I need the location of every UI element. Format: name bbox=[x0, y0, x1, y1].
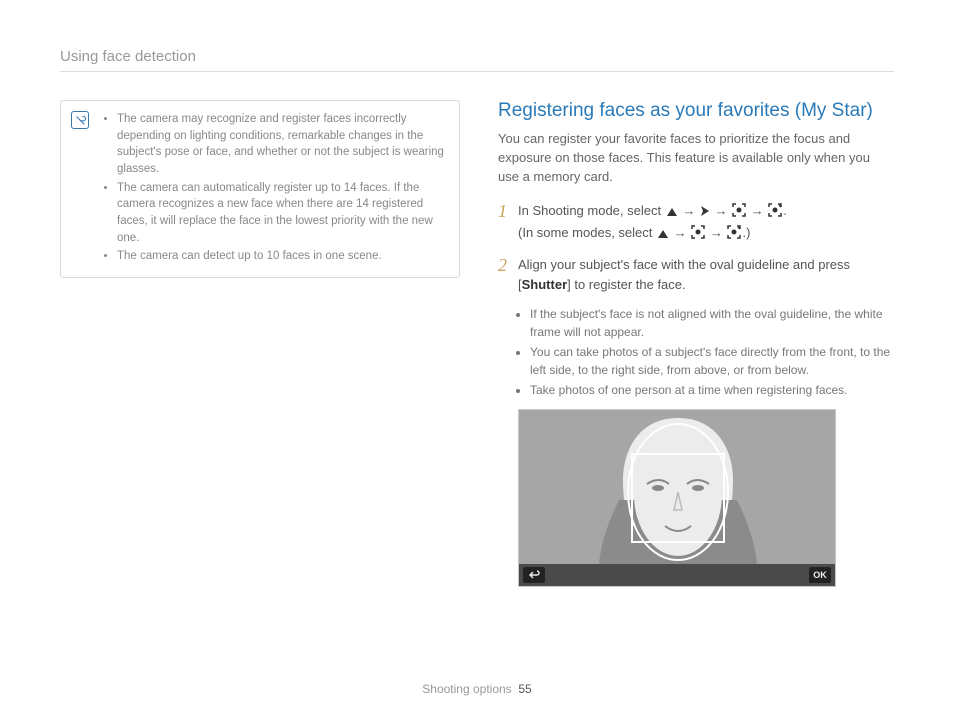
step-text: ] to register the face. bbox=[567, 277, 686, 292]
step-2: 2 Align your subject's face with the ova… bbox=[498, 255, 894, 295]
step-body: In Shooting mode, select → → → . (In som… bbox=[518, 201, 787, 245]
step-number: 1 bbox=[498, 201, 518, 245]
shutter-label: Shutter bbox=[522, 277, 568, 292]
step-text: (In some modes, select bbox=[518, 225, 656, 240]
note-item: The camera may recognize and register fa… bbox=[117, 111, 445, 178]
mystar-icon bbox=[768, 203, 782, 223]
note-item: The camera can detect up to 10 faces in … bbox=[117, 248, 445, 265]
step-text: . bbox=[783, 203, 787, 218]
step-text: .) bbox=[742, 225, 750, 240]
step-1: 1 In Shooting mode, select → → → . (In s… bbox=[498, 201, 894, 245]
step-number: 2 bbox=[498, 255, 518, 295]
up-triangle-icon bbox=[666, 203, 678, 223]
page-header: Using face detection bbox=[60, 48, 894, 72]
section-intro: You can register your favorite faces to … bbox=[498, 130, 894, 187]
step-text: In Shooting mode, select bbox=[518, 203, 665, 218]
sub-note-item: Take photos of one person at a time when… bbox=[530, 381, 894, 399]
ok-button[interactable]: OK bbox=[809, 567, 831, 583]
content-columns: The camera may recognize and register fa… bbox=[60, 100, 894, 587]
note-icon bbox=[71, 111, 89, 129]
mystar-icon bbox=[727, 225, 741, 245]
right-column: Registering faces as your favorites (My … bbox=[498, 100, 894, 587]
page-number: 55 bbox=[518, 682, 531, 696]
face-detect-icon bbox=[691, 225, 705, 245]
footer-section: Shooting options bbox=[422, 682, 511, 696]
step-body: Align your subject's face with the oval … bbox=[518, 255, 894, 295]
sub-note-item: If the subject's face is not aligned wit… bbox=[530, 305, 894, 341]
back-button[interactable] bbox=[523, 567, 545, 583]
page-footer: Shooting options 55 bbox=[0, 682, 954, 696]
left-column: The camera may recognize and register fa… bbox=[60, 100, 460, 587]
note-box: The camera may recognize and register fa… bbox=[60, 100, 460, 278]
face-svg bbox=[519, 410, 836, 587]
section-title: Registering faces as your favorites (My … bbox=[498, 100, 894, 122]
face-illustration: OK bbox=[518, 409, 836, 587]
sub-notes: If the subject's face is not aligned wit… bbox=[498, 305, 894, 399]
face-detect-icon bbox=[732, 203, 746, 223]
up-triangle-icon bbox=[657, 225, 669, 245]
sub-note-item: You can take photos of a subject's face … bbox=[530, 343, 894, 379]
chevron-right-icon bbox=[700, 203, 710, 223]
illustration-bottom-bar: OK bbox=[519, 564, 835, 586]
note-item: The camera can automatically register up… bbox=[117, 180, 445, 247]
